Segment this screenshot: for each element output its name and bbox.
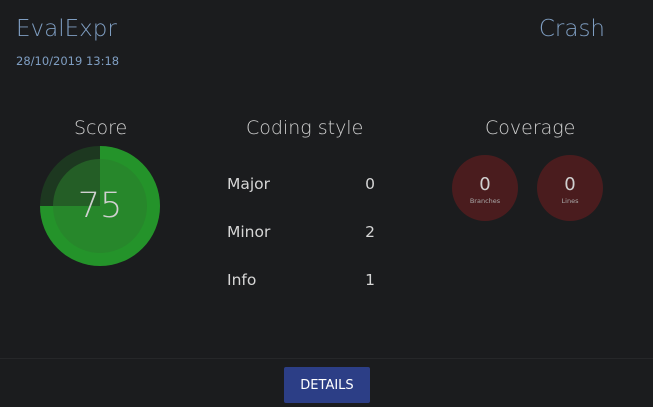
coverage-branches-badge: 0 Branches xyxy=(452,155,518,221)
major-label: Major xyxy=(227,175,271,193)
info-label: Info xyxy=(227,271,257,289)
footer-divider xyxy=(0,358,653,359)
status-label: Crash xyxy=(538,16,605,42)
score-value: 75 xyxy=(77,186,123,226)
minor-label: Minor xyxy=(227,223,271,241)
branches-value: 0 xyxy=(479,174,491,195)
coding-style-row-major: Major 0 xyxy=(227,175,375,193)
coding-style-row-minor: Minor 2 xyxy=(227,223,375,241)
minor-value: 2 xyxy=(365,223,375,241)
major-value: 0 xyxy=(365,175,375,193)
coverage-lines-badge: 0 Lines xyxy=(537,155,603,221)
lines-label: Lines xyxy=(561,197,579,205)
lines-value: 0 xyxy=(564,174,576,195)
coverage-title: Coverage xyxy=(485,117,576,139)
project-title: EvalExpr xyxy=(16,16,117,42)
details-button[interactable]: DETAILS xyxy=(284,367,370,403)
score-gauge: 75 xyxy=(40,146,160,266)
coding-style-row-info: Info 1 xyxy=(227,271,375,289)
score-title: Score xyxy=(74,117,128,139)
timestamp: 28/10/2019 13:18 xyxy=(16,54,120,68)
info-value: 1 xyxy=(365,271,375,289)
branches-label: Branches xyxy=(469,197,501,205)
coding-style-title: Coding style xyxy=(246,117,364,139)
